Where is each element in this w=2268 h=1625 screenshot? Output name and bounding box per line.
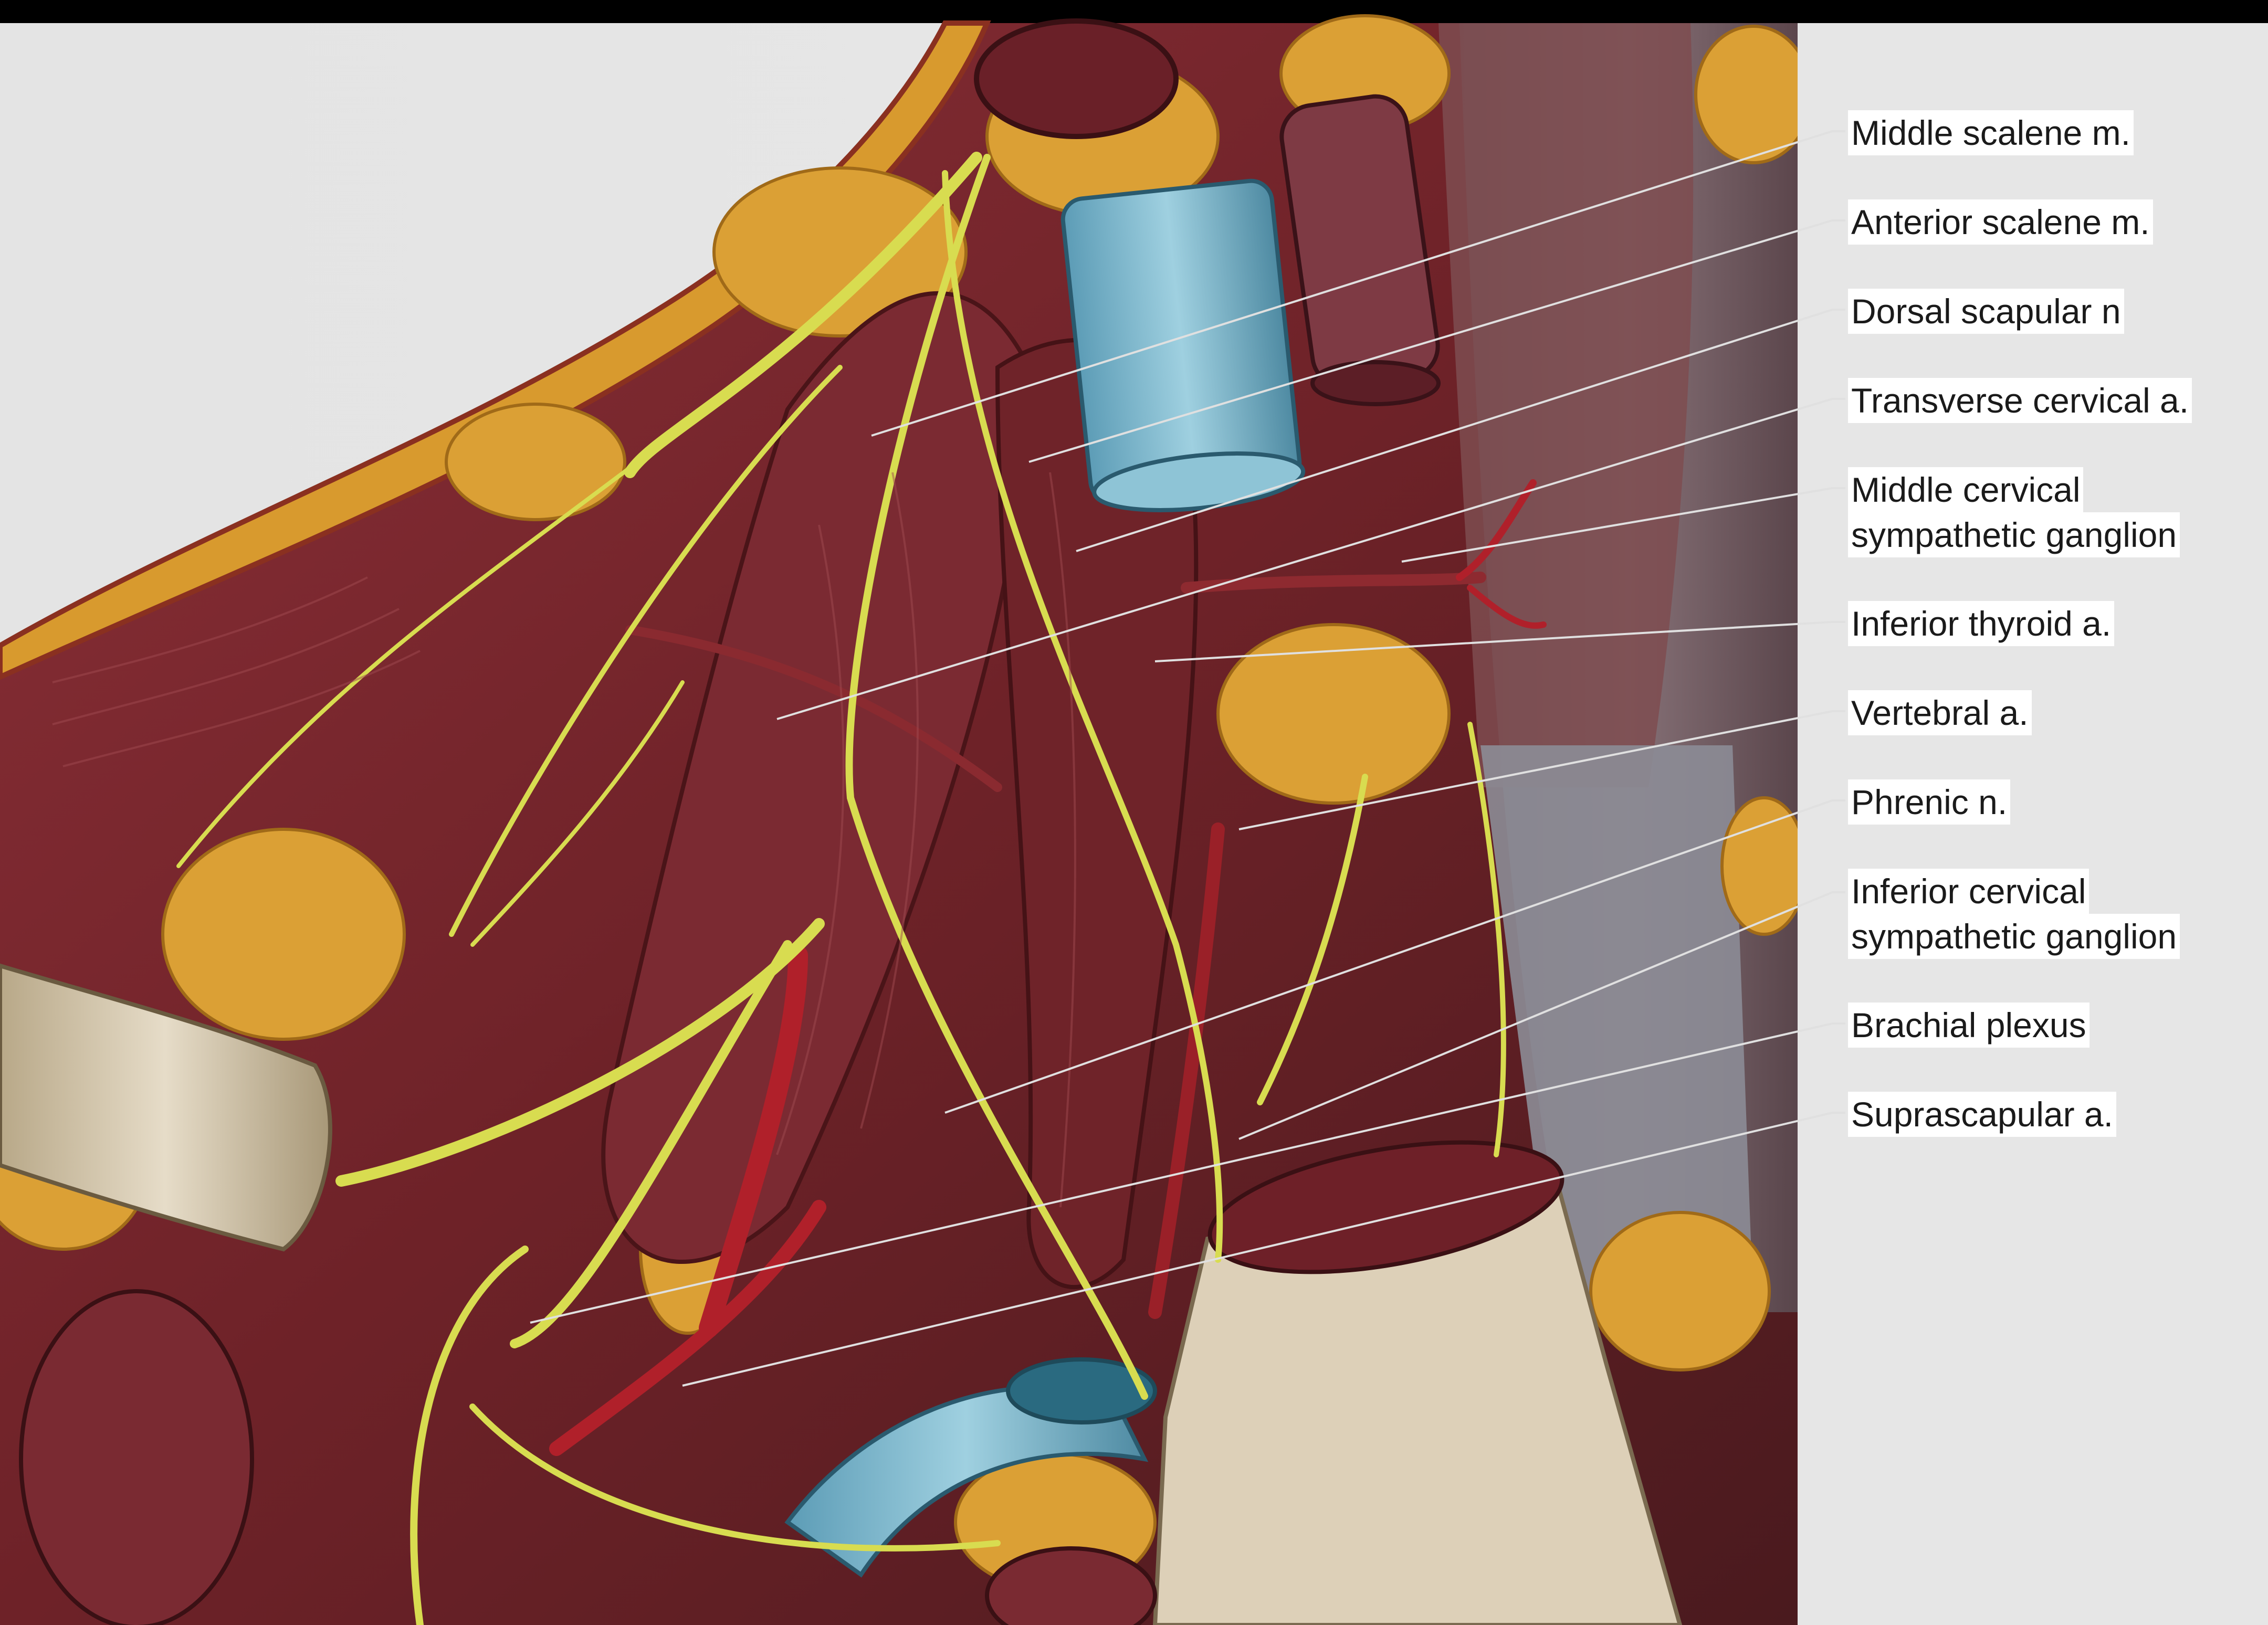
label-phrenic: Phrenic n. — [1848, 779, 2011, 825]
anatomy-illustration: Middle scalene m. Anterior scalene m. Do… — [0, 0, 2268, 1625]
label-text: Vertebral a. — [1848, 690, 2032, 735]
label-text: Middle scalene m. — [1848, 110, 2134, 155]
label-middle-cervical-ganglion: Middle cervical sympathetic ganglion — [1848, 467, 2180, 557]
internal-jugular-vein — [1060, 178, 1306, 512]
label-transverse-cervical: Transverse cervical a. — [1848, 378, 2192, 423]
label-text: sympathetic ganglion — [1848, 914, 2180, 959]
label-inferior-thyroid: Inferior thyroid a. — [1848, 601, 2115, 646]
label-inferior-cervical-ganglion: Inferior cervical sympathetic ganglion — [1848, 869, 2180, 959]
label-text: Phrenic n. — [1848, 779, 2011, 825]
label-text: Suprascapular a. — [1848, 1092, 2116, 1137]
label-suprascapular: Suprascapular a. — [1848, 1092, 2116, 1137]
label-brachial-plexus: Brachial plexus — [1848, 1003, 2090, 1048]
label-dorsal-scapular: Dorsal scapular n — [1848, 289, 2124, 334]
label-text: sympathetic ganglion — [1848, 512, 2180, 557]
label-text: Middle cervical — [1848, 467, 2084, 512]
label-vertebral: Vertebral a. — [1848, 690, 2032, 735]
label-text: Transverse cervical a. — [1848, 378, 2192, 423]
omohyoid-cut-end — [974, 18, 1179, 139]
label-text: Inferior thyroid a. — [1848, 601, 2115, 646]
label-anterior-scalene: Anterior scalene m. — [1848, 199, 2153, 245]
label-middle-scalene: Middle scalene m. — [1848, 110, 2134, 155]
label-text: Inferior cervical — [1848, 869, 2090, 914]
label-text: Brachial plexus — [1848, 1003, 2090, 1048]
label-text: Anterior scalene m. — [1848, 199, 2153, 245]
thyroid-tissue — [1438, 23, 1694, 787]
label-text: Dorsal scapular n — [1848, 289, 2124, 334]
